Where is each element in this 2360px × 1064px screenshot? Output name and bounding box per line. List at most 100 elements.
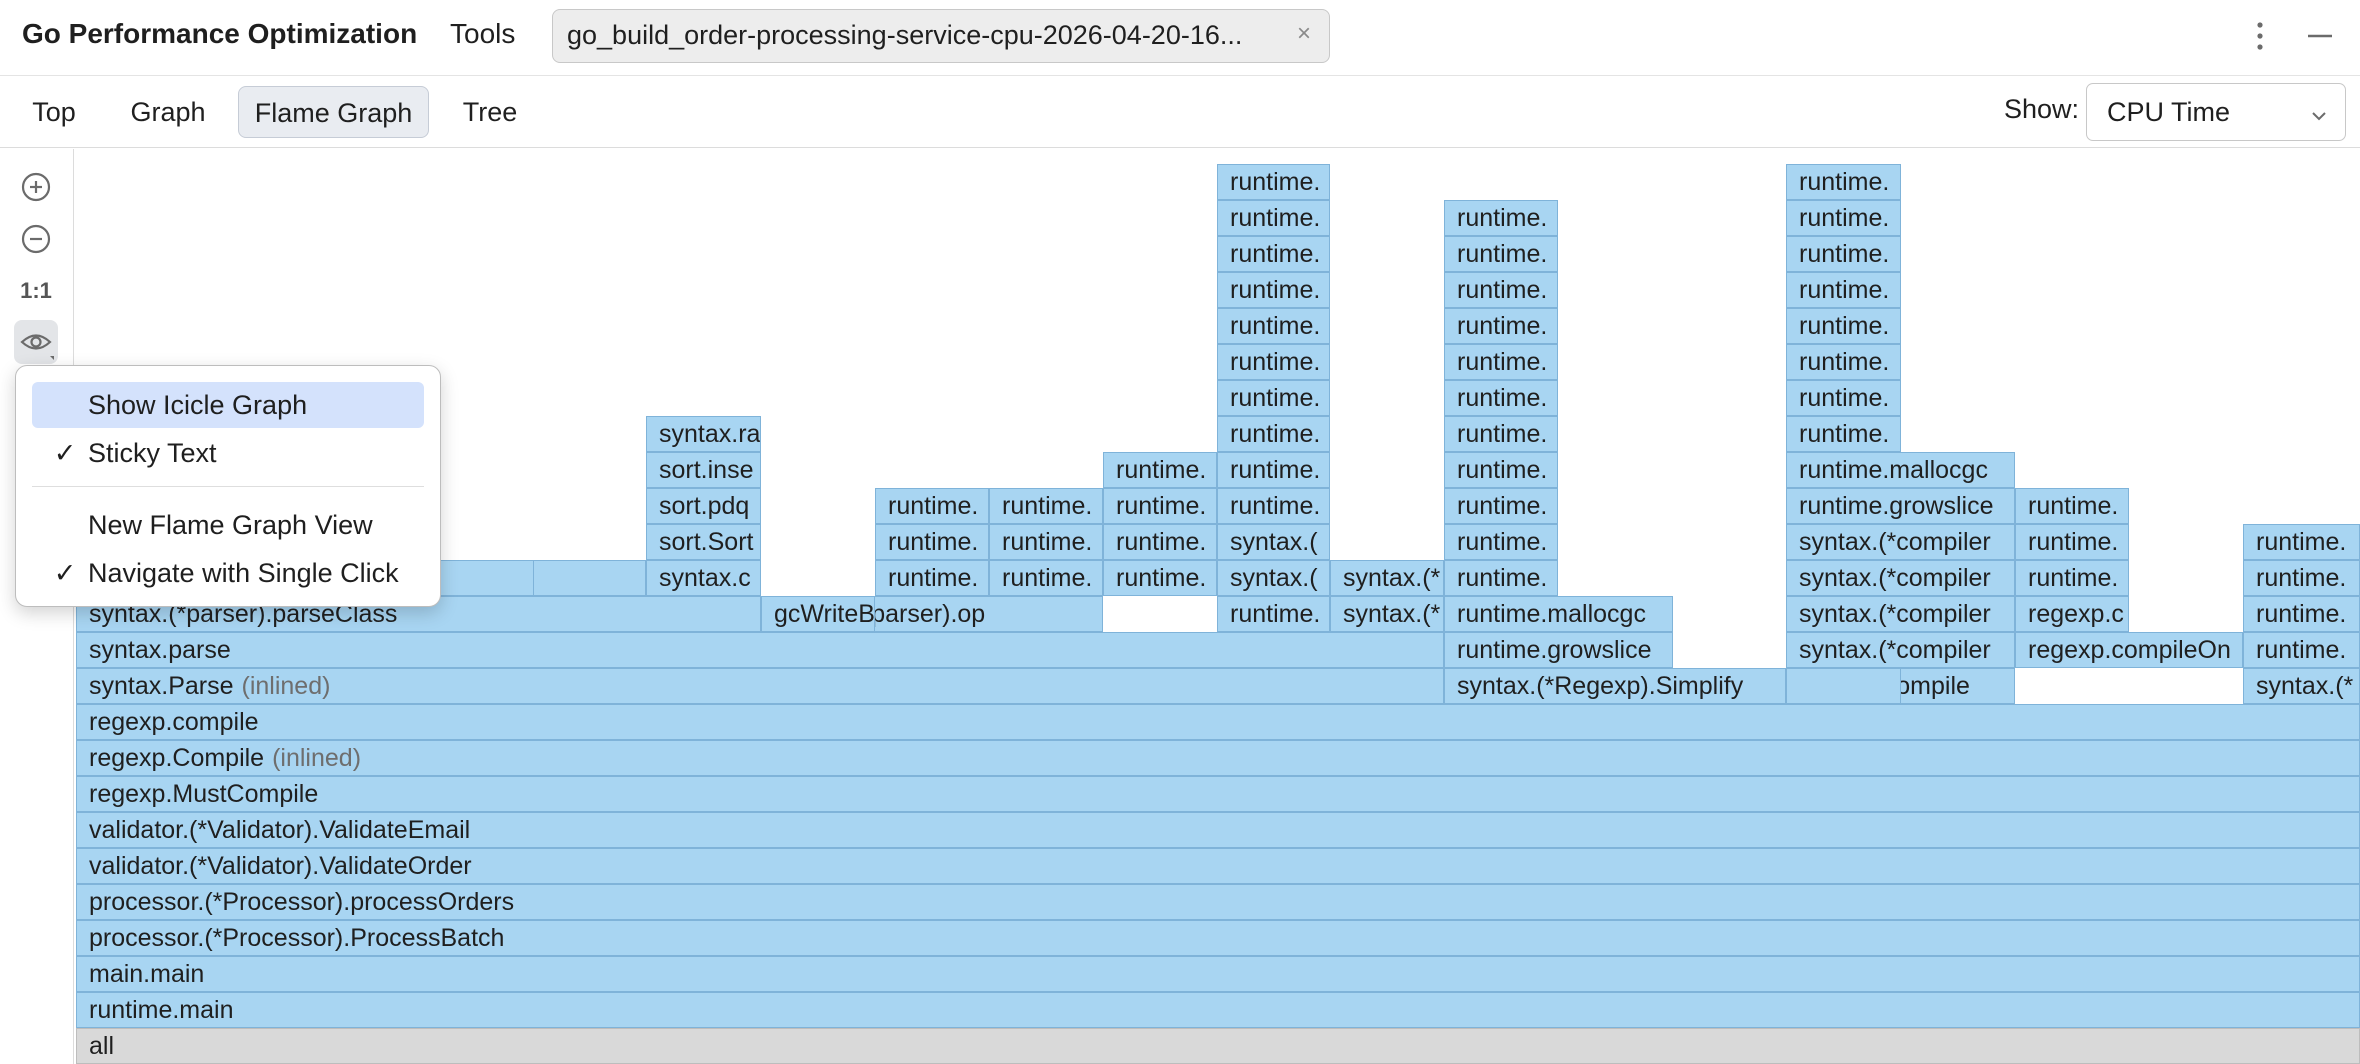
- flame-frame[interactable]: validator.(*Validator).ValidateEmail: [76, 812, 2360, 848]
- flame-frame[interactable]: syntax.parse: [76, 632, 1444, 668]
- flame-frame[interactable]: runtime.: [989, 524, 1103, 560]
- menu-item-new-flame-graph-view[interactable]: New Flame Graph View: [32, 502, 424, 548]
- tools-menu[interactable]: Tools: [450, 18, 515, 50]
- flame-root-frame[interactable]: all: [76, 1028, 2360, 1064]
- flame-frame[interactable]: runtime.: [1786, 380, 1901, 416]
- flame-frame[interactable]: runtime.: [875, 524, 989, 560]
- zoom-out-icon[interactable]: [14, 217, 58, 261]
- more-vertical-icon[interactable]: [2248, 16, 2272, 56]
- flame-frame[interactable]: regexp.compileOn: [2015, 632, 2243, 668]
- flame-frame[interactable]: runtime.: [1444, 236, 1558, 272]
- flame-frame[interactable]: runtime.main: [76, 992, 2360, 1028]
- flame-frame[interactable]: runtime.: [1103, 560, 1217, 596]
- flame-frame[interactable]: syntax.(*: [1330, 596, 1444, 632]
- flame-frame[interactable]: runtime.: [875, 560, 989, 596]
- tab-flame-graph[interactable]: Flame Graph: [238, 86, 429, 138]
- flame-frame[interactable]: validator.(*Validator).ValidateOrder: [76, 848, 2360, 884]
- tab-tree[interactable]: Tree: [446, 86, 534, 138]
- flame-frame[interactable]: runtime.: [1444, 524, 1558, 560]
- flame-frame[interactable]: runtime.: [1103, 488, 1217, 524]
- minimize-icon[interactable]: [2300, 16, 2340, 56]
- menu-item-sticky-text[interactable]: ✓ Sticky Text: [32, 430, 424, 476]
- eye-icon[interactable]: [14, 320, 58, 364]
- flame-frame[interactable]: runtime.: [1217, 380, 1330, 416]
- show-metric-select[interactable]: CPU Time: [2086, 83, 2346, 141]
- flame-frame[interactable]: sort.pdq: [646, 488, 761, 524]
- flame-frame[interactable]: syntax.(*compiler: [1786, 524, 2015, 560]
- close-tab-icon[interactable]: ×: [1297, 20, 1311, 48]
- flame-frame[interactable]: runtime.: [1786, 272, 1901, 308]
- flame-frame[interactable]: runtime.: [1786, 164, 1901, 200]
- flame-frame[interactable]: processor.(*Processor).ProcessBatch: [76, 920, 2360, 956]
- flame-frame[interactable]: runtime.: [1217, 272, 1330, 308]
- flame-frame[interactable]: sort.Sort: [646, 524, 761, 560]
- flame-frame[interactable]: runtime.: [2015, 560, 2129, 596]
- profile-file-tab[interactable]: go_build_order-processing-service-cpu-20…: [552, 9, 1330, 63]
- flame-frame[interactable]: runtime.: [1103, 524, 1217, 560]
- flame-frame[interactable]: runtime.: [989, 560, 1103, 596]
- flame-frame[interactable]: runtime.mallocgc: [1444, 596, 1673, 632]
- flame-frame[interactable]: syntax.c: [646, 560, 761, 596]
- flame-frame[interactable]: runtime.: [1217, 308, 1330, 344]
- tab-top[interactable]: Top: [14, 86, 94, 138]
- flame-frame[interactable]: runtime.: [2015, 488, 2129, 524]
- zoom-in-icon[interactable]: [14, 165, 58, 209]
- flame-frame[interactable]: runtime.: [875, 488, 989, 524]
- flame-frame[interactable]: syntax.ra: [646, 416, 761, 452]
- flame-frame[interactable]: runtime.: [1444, 272, 1558, 308]
- flame-frame[interactable]: runtime.: [1103, 452, 1217, 488]
- flame-frame[interactable]: runtime.: [1217, 416, 1330, 452]
- flame-frame[interactable]: runtime.: [1786, 200, 1901, 236]
- flame-frame[interactable]: runtime.: [1786, 344, 1901, 380]
- flame-frame[interactable]: syntax.(*compiler: [1786, 560, 2015, 596]
- flame-frame[interactable]: runtime.: [1444, 452, 1558, 488]
- flame-frame[interactable]: runtime.: [1444, 560, 1558, 596]
- flame-frame[interactable]: syntax.(*compiler: [1786, 632, 2015, 668]
- flame-frame[interactable]: runtime.: [1444, 380, 1558, 416]
- flame-frame[interactable]: regexp.c: [2015, 596, 2129, 632]
- flame-frame[interactable]: runtime.: [1444, 416, 1558, 452]
- flame-frame[interactable]: gcWriteB: [761, 596, 875, 632]
- flame-frame[interactable]: runtime.: [1217, 344, 1330, 380]
- flame-frame[interactable]: runtime.: [989, 488, 1103, 524]
- flame-frame[interactable]: regexp.MustCompile: [76, 776, 2360, 812]
- flame-frame[interactable]: sort.inse: [646, 452, 761, 488]
- flame-frame[interactable]: runtime.: [1786, 416, 1901, 452]
- flame-frame[interactable]: runtime.: [1444, 488, 1558, 524]
- tab-graph[interactable]: Graph: [118, 86, 218, 138]
- flame-frame[interactable]: syntax.(: [1217, 524, 1330, 560]
- flame-frame[interactable]: syntax.(*Regexp).Simplify: [1444, 668, 1786, 704]
- menu-item-navigate-single-click[interactable]: ✓ Navigate with Single Click: [32, 550, 424, 596]
- flame-frame[interactable]: syntax.(: [1217, 560, 1330, 596]
- flame-frame[interactable]: regexp.compile: [76, 704, 2360, 740]
- flame-frame[interactable]: runtime.: [2243, 524, 2360, 560]
- flame-frame[interactable]: runtime.: [1217, 596, 1330, 632]
- flame-frame[interactable]: runtime.: [1217, 200, 1330, 236]
- flame-frame[interactable]: syntax.(*: [2243, 668, 2360, 704]
- flame-frame[interactable]: runtime.growslice: [1786, 488, 2015, 524]
- flame-frame[interactable]: runtime.: [1217, 164, 1330, 200]
- flame-frame[interactable]: runtime.: [2243, 560, 2360, 596]
- menu-item-show-icicle-graph[interactable]: Show Icicle Graph: [32, 382, 424, 428]
- flame-frame[interactable]: runtime.mallocgc: [1786, 452, 2015, 488]
- flame-frame[interactable]: runtime.: [2243, 632, 2360, 668]
- flame-frame[interactable]: runtime.: [1786, 236, 1901, 272]
- flame-frame[interactable]: runtime.: [2015, 524, 2129, 560]
- flame-frame[interactable]: runtime.: [1217, 488, 1330, 524]
- flame-frame[interactable]: runtime.: [1444, 200, 1558, 236]
- actual-size-button[interactable]: 1:1: [14, 269, 58, 313]
- flame-frame[interactable]: syntax.(*: [1330, 560, 1444, 596]
- flame-frame[interactable]: syntax.Parse (inlined): [76, 668, 1444, 704]
- flame-frame[interactable]: syntax.(*compiler: [1786, 596, 2015, 632]
- flame-frame[interactable]: runtime.: [1786, 308, 1901, 344]
- flame-frame[interactable]: runtime.: [2243, 596, 2360, 632]
- flame-frame[interactable]: [1786, 668, 1901, 704]
- flame-frame[interactable]: runtime.: [1217, 236, 1330, 272]
- flame-frame[interactable]: runtime.: [1444, 308, 1558, 344]
- flame-frame[interactable]: runtime.growslice: [1444, 632, 1673, 668]
- flame-frame[interactable]: processor.(*Processor).processOrders: [76, 884, 2360, 920]
- flame-frame[interactable]: regexp.Compile (inlined): [76, 740, 2360, 776]
- flame-frame[interactable]: runtime.: [1444, 344, 1558, 380]
- flame-frame[interactable]: main.main: [76, 956, 2360, 992]
- flame-frame[interactable]: runtime.: [1217, 452, 1330, 488]
